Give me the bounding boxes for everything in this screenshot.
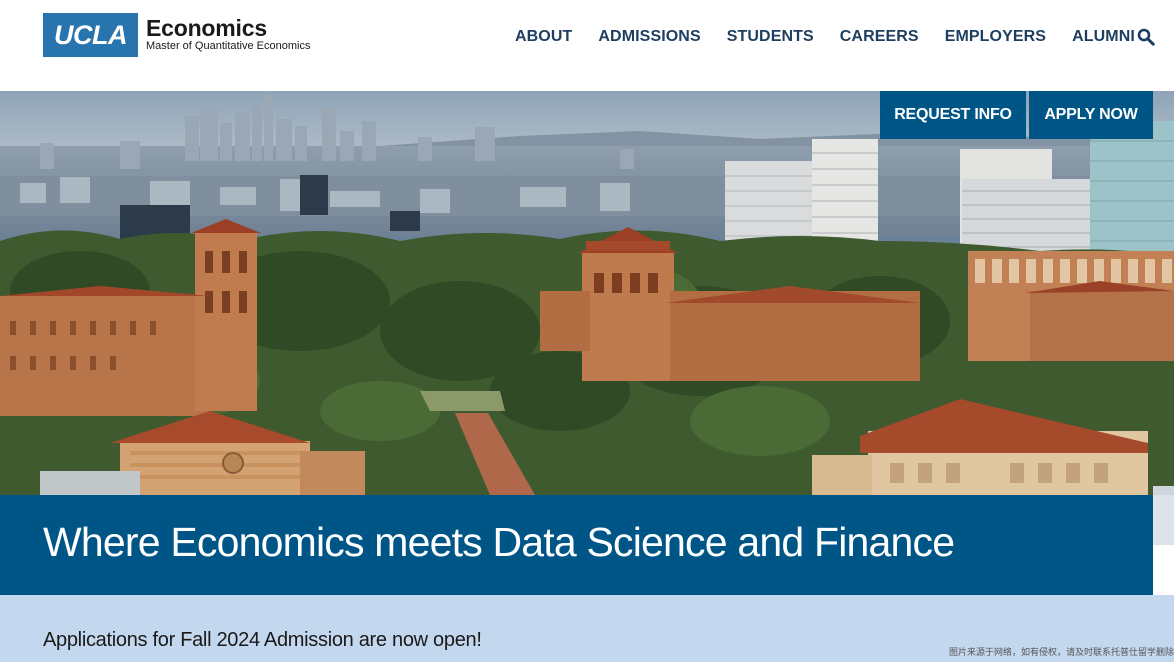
search-icon[interactable] [1137, 28, 1155, 46]
tagline-banner: Where Economics meets Data Science and F… [0, 495, 1153, 595]
request-info-button[interactable]: REQUEST INFO [880, 91, 1026, 139]
apply-now-button[interactable]: APPLY NOW [1029, 91, 1153, 139]
site-header: UCLA Economics Master of Quantitative Ec… [0, 0, 1174, 91]
nav-employers[interactable]: EMPLOYERS [945, 28, 1046, 46]
nav-careers[interactable]: CAREERS [840, 28, 919, 46]
program-name: Master of Quantitative Economics [146, 40, 311, 52]
image-watermark: 图片来源于网络，如有侵权，请及时联系托普仕留学删除 [948, 648, 1174, 658]
department-name[interactable]: Economics [146, 15, 267, 42]
hero-image [0, 91, 1174, 495]
nav-admissions[interactable]: ADMISSIONS [598, 28, 700, 46]
campus-skyline-illustration [0, 91, 1174, 495]
nav-about[interactable]: ABOUT [515, 28, 572, 46]
main-nav: ABOUT ADMISSIONS STUDENTS CAREERS EMPLOY… [515, 27, 1161, 47]
tagline-edge [1153, 495, 1174, 545]
nav-students[interactable]: STUDENTS [727, 28, 814, 46]
admission-announcement: Applications for Fall 2024 Admission are… [43, 629, 482, 651]
page-tagline: Where Economics meets Data Science and F… [43, 519, 955, 565]
announcement-banner: Applications for Fall 2024 Admission are… [0, 595, 1174, 662]
nav-alumni[interactable]: ALUMNI [1072, 28, 1135, 46]
ucla-logo[interactable]: UCLA [43, 13, 138, 57]
